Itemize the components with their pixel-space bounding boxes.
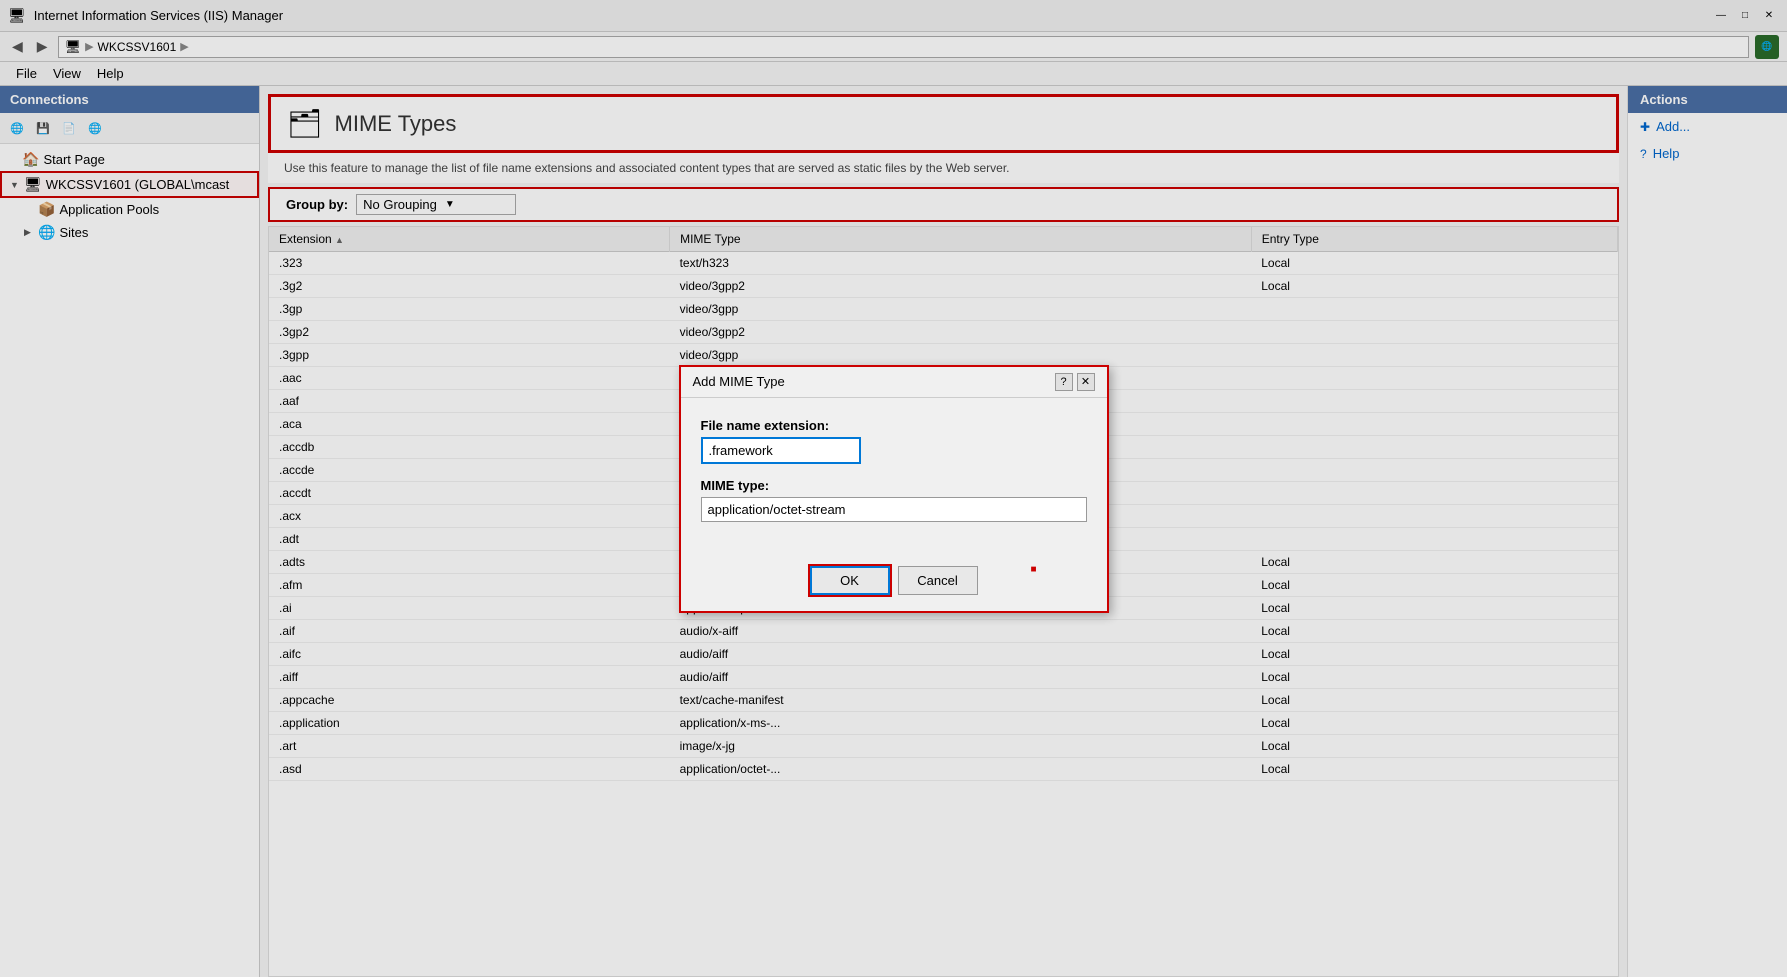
file-ext-group: File name extension: (701, 418, 1087, 464)
mime-type-label: MIME type: (701, 478, 1087, 493)
mime-type-input[interactable] (701, 497, 1087, 522)
modal-overlay: Add MIME Type ? ✕ File name extension: M… (0, 0, 1787, 977)
modal-close-button[interactable]: ✕ (1077, 373, 1095, 391)
file-ext-input[interactable] (701, 437, 861, 464)
mime-type-group: MIME type: (701, 478, 1087, 522)
ok-button[interactable]: OK (810, 566, 890, 595)
cancel-button[interactable]: Cancel (898, 566, 978, 595)
modal-title: Add MIME Type (693, 374, 785, 389)
add-mime-type-dialog: Add MIME Type ? ✕ File name extension: M… (679, 365, 1109, 613)
modal-body: File name extension: MIME type: (681, 398, 1107, 556)
file-ext-label: File name extension: (701, 418, 1087, 433)
modal-help-button[interactable]: ? (1055, 373, 1073, 391)
modal-footer: OK Cancel (681, 556, 1107, 611)
modal-title-bar: Add MIME Type ? ✕ (681, 367, 1107, 398)
modal-title-buttons: ? ✕ (1055, 373, 1095, 391)
